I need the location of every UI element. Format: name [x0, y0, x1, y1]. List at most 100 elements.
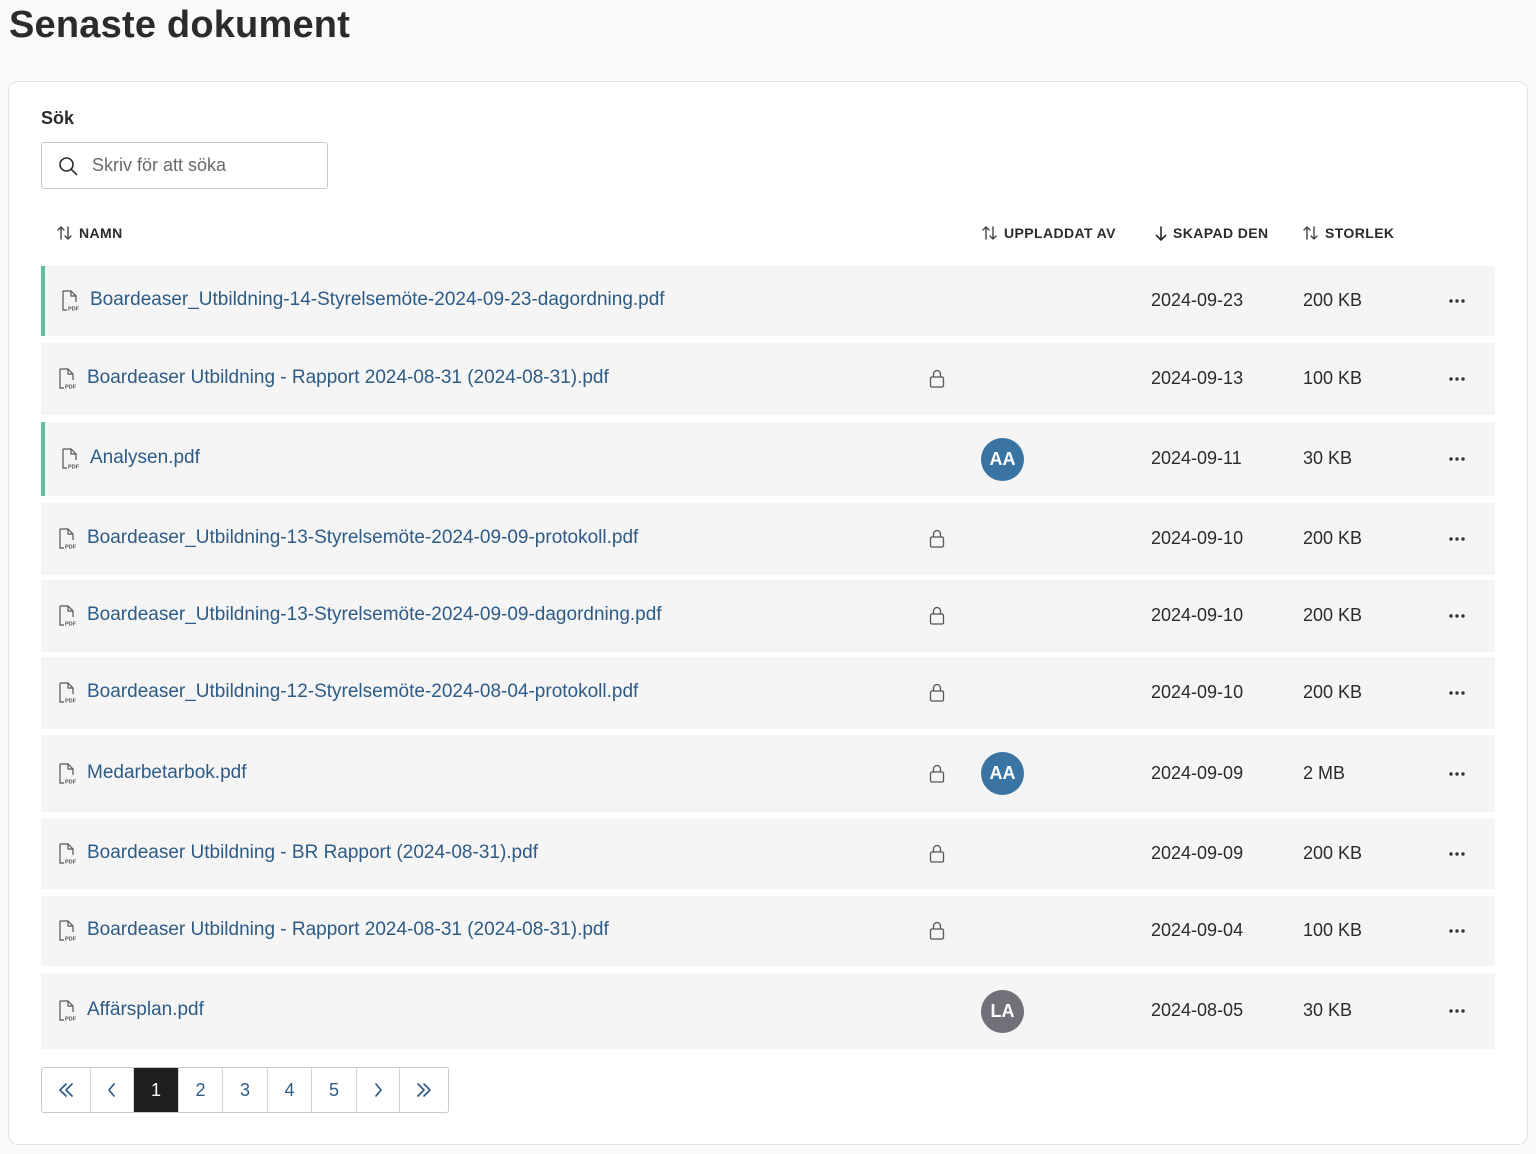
- ellipsis-icon: [1449, 691, 1465, 695]
- table-row[interactable]: PDF Boardeaser Utbildning - BR Rapport (2…: [41, 819, 1495, 889]
- uploader-avatar: AA: [981, 437, 1024, 481]
- pagination: 12345: [41, 1067, 449, 1113]
- double-chevron-right-icon: [415, 1083, 433, 1097]
- svg-text:PDF: PDF: [65, 699, 77, 705]
- pdf-file-icon: PDF: [60, 290, 80, 317]
- table-row[interactable]: PDF Boardeaser_Utbildning-13-Styrelsemöte…: [41, 503, 1495, 575]
- created-date: 2024-09-04: [1151, 920, 1244, 940]
- more-options-button[interactable]: [1441, 842, 1473, 866]
- table-row[interactable]: PDF Boardeaser Utbildning - Rapport 2024-…: [41, 896, 1495, 966]
- pdf-file-icon: PDF: [57, 843, 77, 870]
- more-options-button[interactable]: [1441, 289, 1473, 313]
- file-name-link[interactable]: Medarbetarbok.pdf: [87, 762, 247, 784]
- page-button-3[interactable]: 3: [223, 1068, 268, 1112]
- table-row[interactable]: PDF Medarbetarbok.pdf AA 2024-09-09 2 MB: [41, 735, 1495, 812]
- created-date: 2024-09-23: [1151, 290, 1244, 310]
- file-name-link[interactable]: Boardeaser_Utbildning-14-Styrelsemöte-20…: [90, 289, 665, 311]
- more-options-button[interactable]: [1441, 762, 1473, 786]
- last-page-button[interactable]: [400, 1068, 448, 1112]
- next-page-button[interactable]: [357, 1068, 400, 1112]
- more-options-button[interactable]: [1441, 367, 1473, 391]
- table-row[interactable]: PDF Boardeaser_Utbildning-13-Styrelsemöte…: [41, 580, 1495, 652]
- table-row[interactable]: PDF Affärsplan.pdf LA 2024-08-05 30 KB: [41, 973, 1495, 1049]
- more-options-button[interactable]: [1441, 681, 1473, 705]
- lock-icon: [929, 529, 945, 553]
- table-header: NAMN UPPLADDAT AV SKAPAD DEN STORLEK: [41, 220, 1495, 246]
- file-size: 100 KB: [1303, 920, 1363, 940]
- created-date: 2024-09-10: [1151, 682, 1244, 702]
- first-page-button[interactable]: [42, 1068, 91, 1112]
- ellipsis-icon: [1449, 771, 1465, 776]
- table-row[interactable]: PDF Analysen.pdf AA 2024-09-11 30 KB: [41, 422, 1495, 496]
- file-name-link[interactable]: Boardeaser Utbildning - Rapport 2024-08-…: [87, 919, 609, 941]
- page-button-5[interactable]: 5: [312, 1068, 357, 1112]
- column-label-name: NAMN: [79, 225, 123, 241]
- created-date: 2024-09-11: [1151, 448, 1242, 468]
- more-options-button[interactable]: [1441, 919, 1473, 943]
- uploader-avatar: AA: [981, 752, 1024, 795]
- search-box[interactable]: [41, 142, 328, 189]
- ellipsis-icon: [1449, 929, 1465, 933]
- ellipsis-icon: [1449, 457, 1465, 461]
- ellipsis-icon: [1449, 537, 1465, 541]
- search-icon: [59, 157, 78, 176]
- pdf-file-icon: PDF: [57, 920, 77, 947]
- ellipsis-icon: [1449, 1009, 1465, 1013]
- table-row[interactable]: PDF Boardeaser_Utbildning-14-Styrelsemöte…: [41, 266, 1495, 336]
- sort-both-icon: [982, 226, 997, 240]
- previous-page-button[interactable]: [91, 1068, 134, 1112]
- lock-icon: [929, 683, 945, 707]
- more-options-button[interactable]: [1441, 447, 1473, 471]
- created-date: 2024-09-10: [1151, 605, 1244, 625]
- file-size: 30 KB: [1303, 448, 1353, 468]
- file-size: 200 KB: [1303, 843, 1363, 863]
- sort-descending-icon: [1155, 225, 1167, 241]
- column-label-size: STORLEK: [1325, 225, 1395, 241]
- file-size: 200 KB: [1303, 290, 1363, 310]
- created-date: 2024-09-09: [1151, 843, 1244, 863]
- ellipsis-icon: [1449, 299, 1465, 303]
- table-row[interactable]: PDF Boardeaser_Utbildning-12-Styrelsemöte…: [41, 657, 1495, 729]
- more-options-button[interactable]: [1441, 999, 1473, 1023]
- pdf-file-icon: PDF: [60, 448, 80, 475]
- search-input[interactable]: [92, 143, 322, 188]
- file-size: 200 KB: [1303, 682, 1363, 702]
- svg-text:PDF: PDF: [68, 465, 80, 471]
- file-name-link[interactable]: Boardeaser_Utbildning-13-Styrelsemöte-20…: [87, 527, 638, 549]
- chevron-left-icon: [107, 1083, 117, 1097]
- lock-icon: [929, 844, 945, 868]
- sort-both-icon: [57, 226, 72, 240]
- chevron-right-icon: [373, 1083, 383, 1097]
- column-header-size[interactable]: STORLEK: [1303, 220, 1394, 246]
- uploader-avatar: LA: [981, 989, 1024, 1033]
- page-button-4[interactable]: 4: [268, 1068, 312, 1112]
- file-name-link[interactable]: Boardeaser Utbildning - BR Rapport (2024…: [87, 842, 538, 864]
- created-date: 2024-09-09: [1151, 762, 1244, 783]
- svg-text:PDF: PDF: [65, 545, 77, 551]
- file-name-link[interactable]: Boardeaser Utbildning - Rapport 2024-08-…: [87, 367, 609, 389]
- file-name-link[interactable]: Boardeaser_Utbildning-12-Styrelsemöte-20…: [87, 681, 638, 703]
- column-header-created[interactable]: SKAPAD DEN: [1155, 220, 1269, 246]
- svg-text:PDF: PDF: [65, 779, 77, 785]
- page-button-1[interactable]: 1: [134, 1068, 179, 1112]
- file-size: 2 MB: [1303, 762, 1346, 783]
- more-options-button[interactable]: [1441, 604, 1473, 628]
- svg-text:PDF: PDF: [65, 937, 77, 943]
- table-row[interactable]: PDF Boardeaser Utbildning - Rapport 2024-…: [41, 343, 1495, 415]
- sort-both-icon: [1303, 226, 1318, 240]
- page-button-2[interactable]: 2: [179, 1068, 223, 1112]
- more-options-button[interactable]: [1441, 527, 1473, 551]
- pdf-file-icon: PDF: [57, 528, 77, 555]
- column-header-uploaded-by[interactable]: UPPLADDAT AV: [982, 220, 1116, 246]
- column-header-name[interactable]: NAMN: [57, 220, 123, 246]
- column-label-created: SKAPAD DEN: [1173, 225, 1269, 241]
- created-date: 2024-08-05: [1151, 1000, 1244, 1020]
- lock-icon: [929, 606, 945, 630]
- file-name-link[interactable]: Analysen.pdf: [90, 447, 200, 469]
- file-name-link[interactable]: Affärsplan.pdf: [87, 999, 204, 1021]
- svg-text:PDF: PDF: [65, 1017, 77, 1023]
- pdf-file-icon: PDF: [57, 762, 77, 790]
- double-chevron-left-icon: [57, 1083, 75, 1097]
- file-name-link[interactable]: Boardeaser_Utbildning-13-Styrelsemöte-20…: [87, 604, 662, 626]
- file-size: 100 KB: [1303, 368, 1363, 388]
